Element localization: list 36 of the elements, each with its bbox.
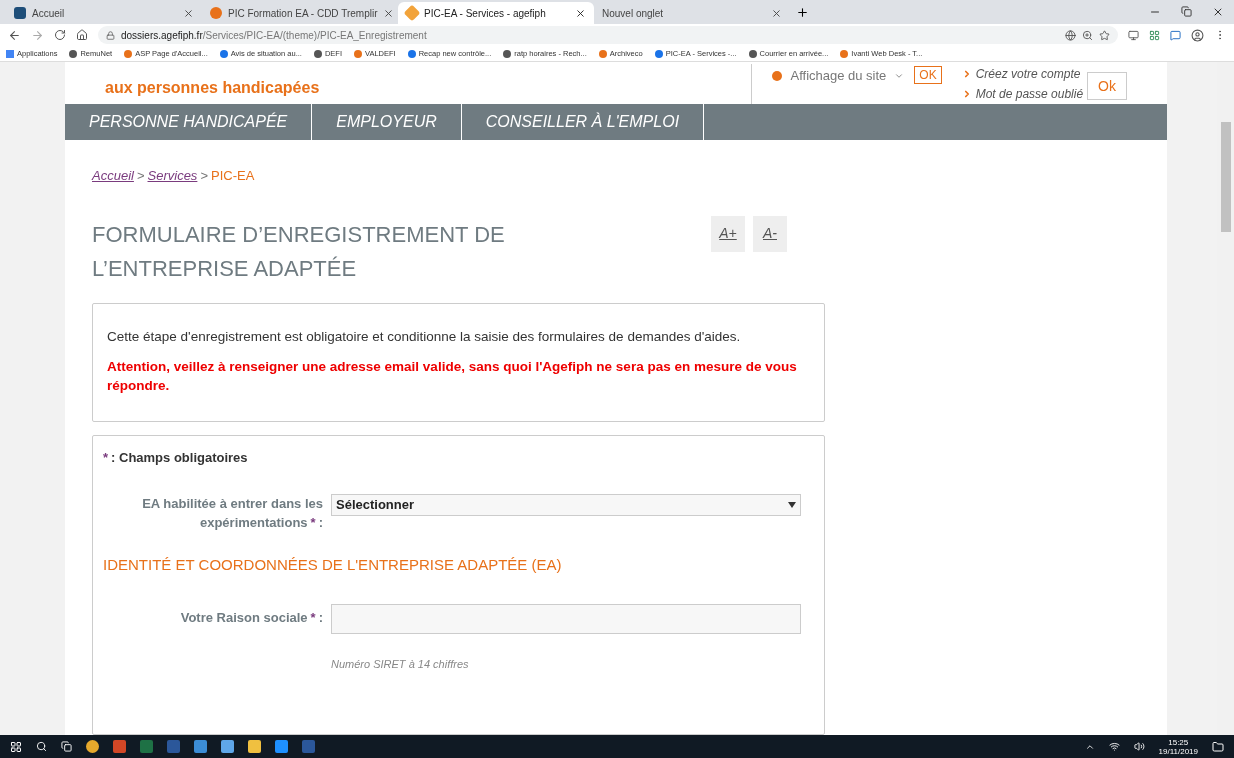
nav-item[interactable]: PERSONNE HANDICAPÉE — [65, 104, 313, 141]
notice-text: Cette étape d'enregistrement est obligatoire et conditionne la saisie des formulaires de demandes d'aides. — [107, 327, 742, 346]
breadcrumb-separator: > — [200, 167, 208, 186]
clock-date: 19/11/2019 — [1158, 746, 1198, 756]
font-size-button[interactable]: A- — [753, 215, 787, 252]
nav-item[interactable]: CONSEILLER À L'EMPLOI — [461, 104, 705, 141]
font-size-button[interactable]: A+ — [711, 215, 745, 252]
required-mark: * — [310, 513, 316, 532]
nav-item[interactable]: EMPLOYEUR — [312, 104, 462, 141]
field-label: Votre Raison sociale — [180, 609, 308, 627]
address-field[interactable]: dossiers.agefiph.fr/Services/PIC-EA/(theme)/PIC-EA_Enregistrement — [98, 26, 1118, 44]
account-link[interactable]: Créez votre compte — [961, 64, 1084, 84]
account-link[interactable]: Mot de passe oublié — [961, 84, 1084, 104]
browser-tab[interactable]: Accueil — [6, 2, 202, 24]
required-mark: * — [103, 449, 109, 467]
clock-time: 15:25 — [1168, 737, 1189, 747]
required-note: : Champs obligatoires — [111, 449, 248, 467]
warning-text: Attention, veillez à renseigner une adresse email valide, sans quoi l'Agefiph ne sera pas en mesure de vous répondre. — [107, 358, 798, 395]
select-field[interactable]: Sélectionner — [331, 493, 801, 516]
breadcrumb-link[interactable]: Services — [147, 166, 198, 186]
field-label: EA habilitée à entrer dans les — [142, 494, 323, 513]
breadcrumb-link[interactable]: Accueil — [92, 166, 134, 186]
page-title: FORMULAIRE D’ENREGISTREMENT DE L’ENTREPRISE ADAPTÉE — [92, 220, 506, 283]
required-mark: * — [310, 609, 316, 627]
breadcrumb-separator: > — [136, 167, 145, 186]
field-hint: Numéro SIRET à 14 chiffres — [331, 657, 470, 672]
field-label: : — [318, 513, 323, 532]
breadcrumb-current: PIC-EA — [210, 167, 255, 186]
field-label: expérimentations — [199, 513, 308, 532]
browser-tab[interactable]: PIC Formation EA - CDD Tremplir — [202, 2, 398, 24]
site-tagline: aux personnes handicapées — [105, 78, 320, 98]
display-select[interactable]: Affichage du site — [772, 66, 905, 86]
section-heading: IDENTITÉ ET COORDONNÉES DE L'ENTREPRISE ADAPTÉE (EA) — [103, 554, 563, 575]
browser-tab[interactable]: Nouvel onglet — [594, 2, 790, 24]
browser-tab[interactable]: PIC-EA - Services - agefiph — [398, 2, 594, 24]
field-label: : — [318, 609, 323, 627]
